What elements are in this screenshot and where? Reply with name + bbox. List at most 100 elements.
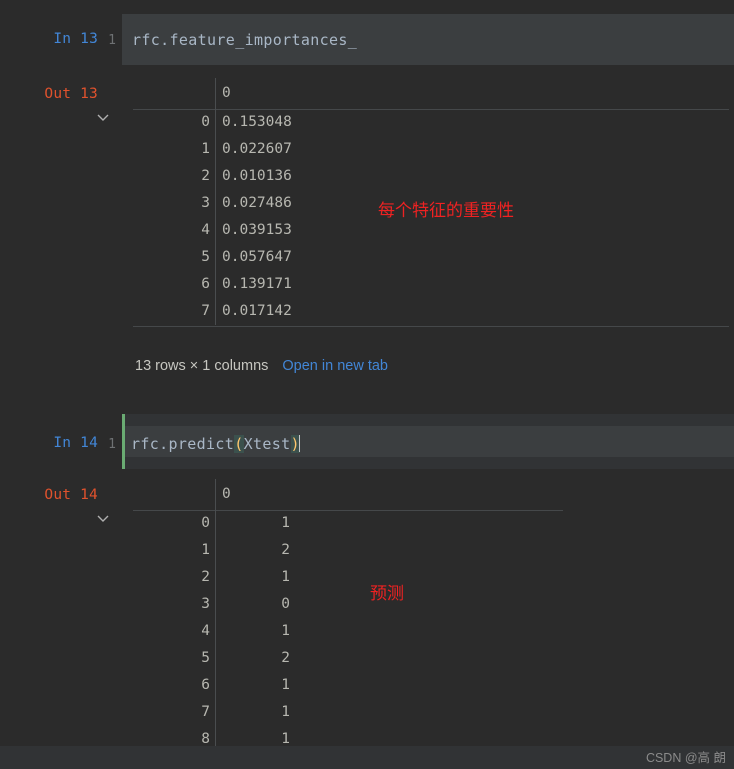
- column-divider: [215, 298, 216, 325]
- row-index: 6: [201, 276, 210, 292]
- column-divider: [215, 244, 216, 271]
- row-index: 5: [201, 249, 210, 265]
- annotation-prediction: 预测: [370, 584, 404, 604]
- row-index: 7: [201, 704, 210, 720]
- column-divider: [215, 618, 216, 645]
- column-header-0: 0: [222, 85, 231, 101]
- table-row: 6 0.139171: [133, 271, 563, 298]
- out-prompt-14[interactable]: Out 14: [0, 487, 98, 503]
- row-index: 7: [201, 303, 210, 319]
- column-divider: [215, 136, 216, 163]
- row-index: 8: [201, 731, 210, 746]
- column-divider: [215, 479, 216, 510]
- table-row: 7 1: [133, 699, 563, 726]
- cell-out-14: Out 14 0 0 1 1 2 2 1 3 0 4 1 5 2 6 1 7 1…: [0, 479, 734, 769]
- row-value: 0.139171: [222, 276, 292, 292]
- row-value: 0.057647: [222, 249, 292, 265]
- column-divider: [215, 537, 216, 564]
- column-divider: [215, 672, 216, 699]
- table-row: 2 0.010136: [133, 163, 563, 190]
- code-token-call: rfc.predict: [131, 435, 235, 453]
- column-divider: [215, 190, 216, 217]
- column-divider: [215, 591, 216, 618]
- row-value: 1: [281, 515, 290, 531]
- table-row: 3 0: [133, 591, 563, 618]
- column-divider: [215, 699, 216, 726]
- row-index: 5: [201, 650, 210, 666]
- table-row: 0 1: [133, 510, 563, 537]
- column-divider: [215, 109, 216, 136]
- cell-in-13[interactable]: In 13 1 rfc.feature_importances_: [0, 0, 734, 78]
- cell-out-13: Out 13 0 0 0.153048 1 0.022607 2 0.01013…: [0, 78, 734, 395]
- open-in-new-tab-link[interactable]: Open in new tab: [282, 358, 388, 374]
- row-index: 4: [201, 222, 210, 238]
- row-value: 0.153048: [222, 114, 292, 130]
- table-row: 1 2: [133, 537, 563, 564]
- table-row: 4 1: [133, 618, 563, 645]
- table-row: 1 0.022607: [133, 136, 563, 163]
- row-index: 3: [201, 596, 210, 612]
- notebook-canvas: In 13 1 rfc.feature_importances_ Out 13 …: [0, 0, 734, 769]
- column-divider: [215, 78, 216, 109]
- row-index: 1: [201, 542, 210, 558]
- line-number-13: 1: [108, 33, 116, 48]
- annotation-feature-importance: 每个特征的重要性: [378, 201, 514, 221]
- column-divider: [215, 645, 216, 672]
- in-prompt-14[interactable]: In 14: [0, 435, 98, 451]
- bottom-scrollbar[interactable]: [0, 746, 734, 769]
- chevron-down-icon[interactable]: [96, 511, 110, 525]
- table-bottom-rule: [133, 326, 729, 327]
- row-index: 0: [201, 114, 210, 130]
- column-divider: [215, 726, 216, 746]
- in-prompt-13[interactable]: In 13: [0, 31, 98, 47]
- row-index: 6: [201, 677, 210, 693]
- row-value: 1: [281, 677, 290, 693]
- row-index: 2: [201, 168, 210, 184]
- table-row: 8 1: [133, 726, 563, 746]
- table-row: 6 1: [133, 672, 563, 699]
- row-index: 4: [201, 623, 210, 639]
- row-value: 2: [281, 542, 290, 558]
- table-shape-label: 13 rows × 1 columns: [135, 358, 269, 374]
- column-divider: [215, 510, 216, 537]
- table-row: 5 2: [133, 645, 563, 672]
- dataframe-footer-13: 13 rows × 1 columns Open in new tab: [135, 358, 388, 374]
- row-value: 0.039153: [222, 222, 292, 238]
- column-divider: [215, 564, 216, 591]
- dataframe-14: 0 0 1 1 2 2 1 3 0 4 1 5 2 6 1 7 1 8 1: [133, 479, 563, 746]
- csdn-watermark: CSDN @高 朗: [645, 751, 726, 765]
- chevron-down-icon[interactable]: [96, 110, 110, 124]
- row-value: 1: [281, 569, 290, 585]
- code-text-13[interactable]: rfc.feature_importances_: [132, 31, 357, 49]
- row-value: 0.022607: [222, 141, 292, 157]
- text-caret: [298, 435, 300, 452]
- table-row: 4 0.039153: [133, 217, 563, 244]
- column-divider: [215, 163, 216, 190]
- column-header-0: 0: [222, 486, 231, 502]
- cell-in-14[interactable]: In 14 1 rfc.predict(Xtest): [0, 395, 734, 475]
- row-value: 1: [281, 731, 290, 746]
- code-token-open-paren: (: [234, 435, 244, 453]
- row-value: 0.010136: [222, 168, 292, 184]
- active-cell-accent: [122, 414, 125, 469]
- table-row: 0 0.153048: [133, 109, 563, 136]
- row-value: 0.017142: [222, 303, 292, 319]
- row-value: 1: [281, 623, 290, 639]
- code-token-argument: Xtest: [243, 435, 291, 453]
- column-divider: [215, 271, 216, 298]
- row-value: 2: [281, 650, 290, 666]
- table-row: 5 0.057647: [133, 244, 563, 271]
- row-index: 1: [201, 141, 210, 157]
- table-header-row: 0: [133, 479, 563, 510]
- table-row: 7 0.017142: [133, 298, 563, 325]
- out-prompt-13[interactable]: Out 13: [0, 86, 98, 102]
- line-number-14: 1: [108, 437, 116, 452]
- table-row: 2 1: [133, 564, 563, 591]
- row-value: 1: [281, 704, 290, 720]
- row-index: 2: [201, 569, 210, 585]
- row-index: 3: [201, 195, 210, 211]
- row-value: 0.027486: [222, 195, 292, 211]
- column-divider: [215, 217, 216, 244]
- table-body-14: 0 1 1 2 2 1 3 0 4 1 5 2 6 1 7 1 8 1: [133, 510, 563, 746]
- code-text-14[interactable]: rfc.predict(Xtest): [131, 435, 300, 453]
